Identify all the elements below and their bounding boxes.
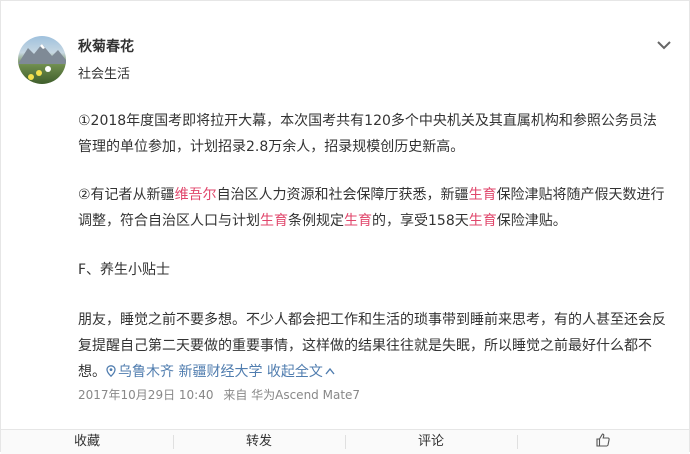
keyword-link[interactable]: 生育 [260,213,288,229]
flower-dot [28,74,34,80]
paragraph-2: ②有记者从新疆维吾尔自治区人力资源和社会保障厅获悉，新疆生育保险津贴将随产假天数… [78,182,668,234]
keyword-link[interactable]: 生育 [469,213,497,229]
like-button[interactable] [517,430,689,454]
flower-dot [36,70,42,76]
post-category: 社会生活 [78,67,131,82]
timestamp[interactable]: 2017年10月29日 10:40 [78,388,213,402]
text-segment: 的，享受158天 [372,213,469,229]
avatar[interactable] [18,36,66,84]
favorite-label: 收藏 [73,434,100,449]
text-segment: 保险津贴。 [496,213,567,229]
action-bar: 收藏 转发 评论 [1,429,689,454]
text-segment: 条例规定 [288,213,344,229]
section-heading: F、养生小贴士 [78,262,171,278]
comment-button[interactable]: 评论 [345,430,517,454]
favorite-button[interactable]: 收藏 [1,430,173,454]
paragraph-4: 朋友，睡觉之前不要多想。不少人都会把工作和生活的琐事带到睡前来思考，有的人甚至还… [78,307,668,385]
collapse-text[interactable]: 收起全文 [267,364,323,380]
text-segment: 自治区人力资源和社会保障厅获悉，新疆 [216,187,469,203]
post-source: 来自 华为Ascend Mate7 [223,388,361,402]
post-meta: 2017年10月29日 10:40 来自 华为Ascend Mate7 [78,386,366,403]
paragraph-1: ①2018年度国考即将拉开大幕，本次国考共有120多个中央机关及其直属机构和参照… [78,113,657,155]
location-link[interactable]: 乌鲁木齐 新疆财经大学 [106,364,262,380]
location-pin-icon [106,365,116,377]
collapse-link[interactable]: 收起全文 [267,364,335,380]
keyword-link[interactable]: 生育 [469,187,497,203]
repost-label: 转发 [245,434,272,449]
comment-label: 评论 [417,434,444,449]
keyword-link[interactable]: 生育 [344,213,372,229]
text-segment: ②有记者从新疆 [78,187,175,203]
mountain-graphic [18,44,66,64]
repost-button[interactable]: 转发 [173,430,345,454]
keyword-link[interactable]: 维吾尔 [175,187,217,203]
chevron-down-icon[interactable] [656,39,672,51]
flower-dot [45,66,51,72]
chevron-up-icon [325,367,335,375]
weibo-post-card: 秋菊春花 社会生活 ①2018年度国考即将拉开大幕，本次国考共有120多个中央机… [0,0,690,454]
thumbs-up-icon [596,433,610,447]
location-text[interactable]: 乌鲁木齐 新疆财经大学 [118,364,262,380]
user-name[interactable]: 秋菊春花 [78,36,134,56]
